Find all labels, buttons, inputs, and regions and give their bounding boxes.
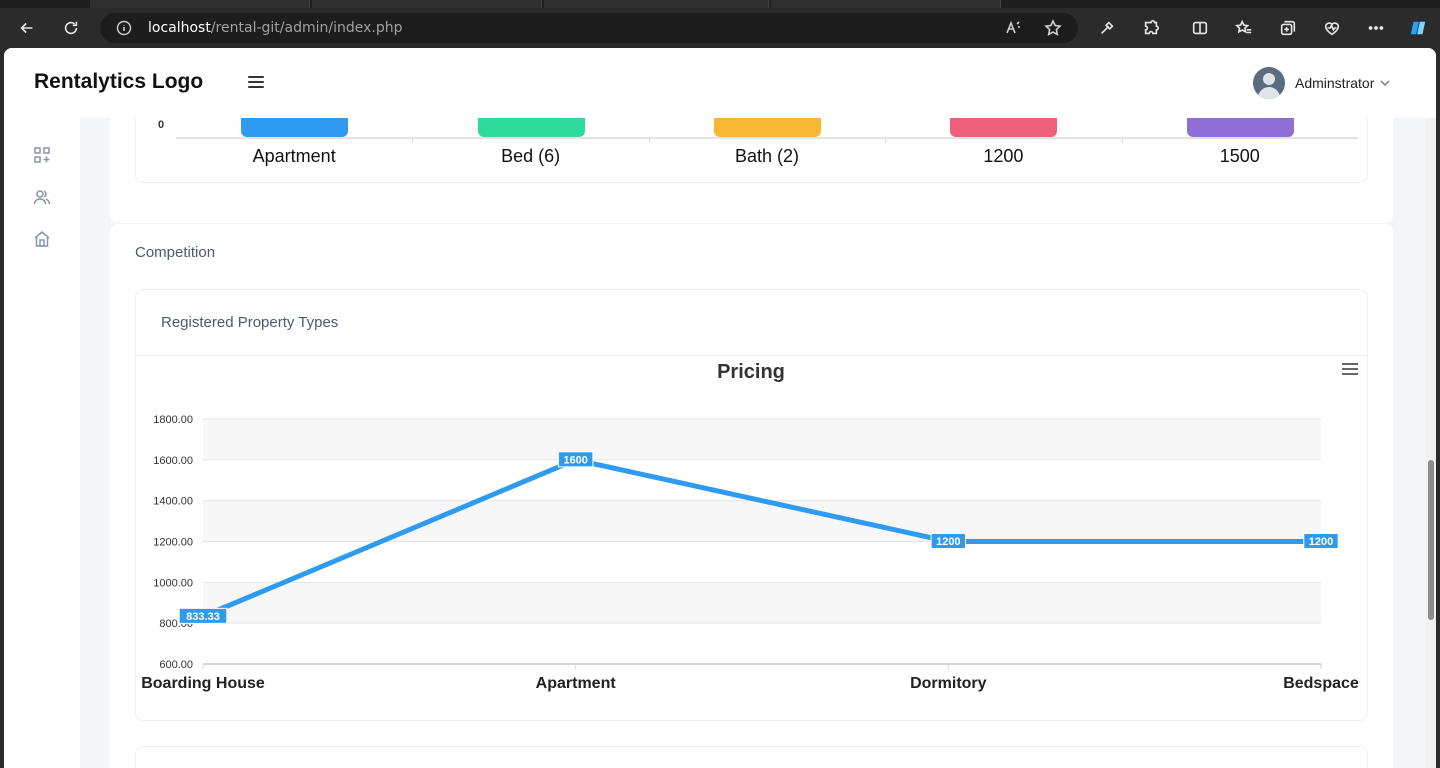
bar-chart-bar xyxy=(950,117,1058,137)
copilot-icon[interactable] xyxy=(1405,16,1431,40)
url-text[interactable]: localhost/rental-git/admin/index.php xyxy=(148,20,402,36)
top-navbar: Rentalytics Logo Adminstrator xyxy=(4,48,1436,118)
read-aloud-icon[interactable] xyxy=(1004,19,1022,37)
y-tick-label: 1800.00 xyxy=(153,414,193,426)
data-label: 1600 xyxy=(563,454,587,466)
collections-icon[interactable] xyxy=(1275,16,1301,40)
url-host: localhost xyxy=(148,20,211,36)
pricing-chart-panel: Registered Property Types 1800.00 1600.00… xyxy=(135,289,1368,721)
back-icon[interactable] xyxy=(14,16,40,40)
grid-band xyxy=(203,419,1321,460)
data-label: 1200 xyxy=(1309,536,1333,548)
data-label: 833.33 xyxy=(186,611,220,623)
browser-tab[interactable] xyxy=(544,0,769,8)
address-bar[interactable]: localhost/rental-git/admin/index.php xyxy=(100,13,1078,43)
y-tick-label: 600.00 xyxy=(159,659,193,671)
extensions-icon[interactable] xyxy=(1138,16,1164,40)
grid-band xyxy=(203,500,1321,542)
favorite-star-icon[interactable] xyxy=(1044,19,1062,37)
y-tick-label: 1600.00 xyxy=(153,455,193,467)
bar-chart-category-label: 1200 xyxy=(983,146,1024,166)
page-scrollbar[interactable] xyxy=(1426,48,1436,768)
browser-toolbar: localhost/rental-git/admin/index.php xyxy=(0,8,1440,48)
bar-chart-category-label: Apartment xyxy=(252,146,336,166)
sidebar xyxy=(4,48,80,768)
browser-tab-strip xyxy=(0,0,1440,8)
url-path: /rental-git/admin/index.php xyxy=(210,20,403,36)
bar-chart-category-label: Bed (6) xyxy=(501,146,561,166)
x-tick-label: Boarding House xyxy=(141,675,265,692)
chart-title: Pricing xyxy=(717,361,785,383)
user-name[interactable]: Adminstrator xyxy=(1295,75,1374,91)
next-card xyxy=(135,746,1368,768)
favorites-icon[interactable] xyxy=(1231,16,1257,40)
page-viewport: 0 Apartment Bed (6) Bath (2) 1200 1500 Compe… xyxy=(4,48,1436,768)
competition-title: Competition xyxy=(135,244,216,261)
info-icon[interactable] xyxy=(116,20,132,36)
scrollbar-thumb[interactable] xyxy=(1428,460,1434,620)
split-screen-icon[interactable] xyxy=(1187,16,1213,40)
hamburger-icon[interactable] xyxy=(1342,363,1358,375)
pricing-line-chart: 1800.001600.001400.001200.001000.00800.0… xyxy=(141,361,1359,692)
bar-chart-tick xyxy=(1121,137,1123,143)
x-tick-label: Bedspace xyxy=(1283,675,1359,692)
chevron-down-icon[interactable] xyxy=(1379,76,1391,88)
reload-icon[interactable] xyxy=(58,16,84,40)
browser-essentials-icon[interactable] xyxy=(1319,16,1345,40)
data-label: 1200 xyxy=(936,536,960,548)
bar-chart-axis xyxy=(176,137,1358,139)
y-tick-label: 1200.00 xyxy=(153,537,193,549)
competition-card: Competition Registered Property Types 18… xyxy=(110,224,1393,768)
app-logo[interactable]: Rentalytics Logo xyxy=(34,70,203,94)
menu-toggle-icon[interactable] xyxy=(248,76,264,90)
bar-chart-zero-tick: 0 xyxy=(158,119,165,131)
browser-tab[interactable] xyxy=(771,0,1001,8)
bar-chart-bar xyxy=(714,117,821,137)
registered-property-types-title: Registered Property Types xyxy=(161,314,339,331)
y-tick-label: 1000.00 xyxy=(153,577,193,589)
grid-band xyxy=(203,582,1321,624)
menu-dots-icon[interactable] xyxy=(1363,16,1389,40)
bar-chart-bar xyxy=(1186,117,1294,137)
home-icon[interactable] xyxy=(33,230,51,248)
eyedropper-icon[interactable] xyxy=(1094,16,1120,40)
browser-tab[interactable] xyxy=(312,0,542,8)
avatar[interactable] xyxy=(1253,67,1285,99)
bar-chart-bar xyxy=(241,117,349,137)
dashboard-add-icon[interactable] xyxy=(33,146,51,164)
x-tick-label: Dormitory xyxy=(910,675,987,692)
bar-chart-category-label: Bath (2) xyxy=(734,146,800,166)
browser-tab[interactable] xyxy=(90,0,310,8)
bar-chart-bar xyxy=(477,117,585,137)
bar-chart-tick xyxy=(412,137,414,143)
bar-chart-category-label: 1500 xyxy=(1219,146,1260,166)
x-tick-label: Apartment xyxy=(536,675,617,692)
users-icon[interactable] xyxy=(33,188,51,206)
bar-chart-tick xyxy=(885,137,887,143)
bar-chart-tick xyxy=(648,137,650,143)
y-tick-label: 1400.00 xyxy=(153,496,193,508)
